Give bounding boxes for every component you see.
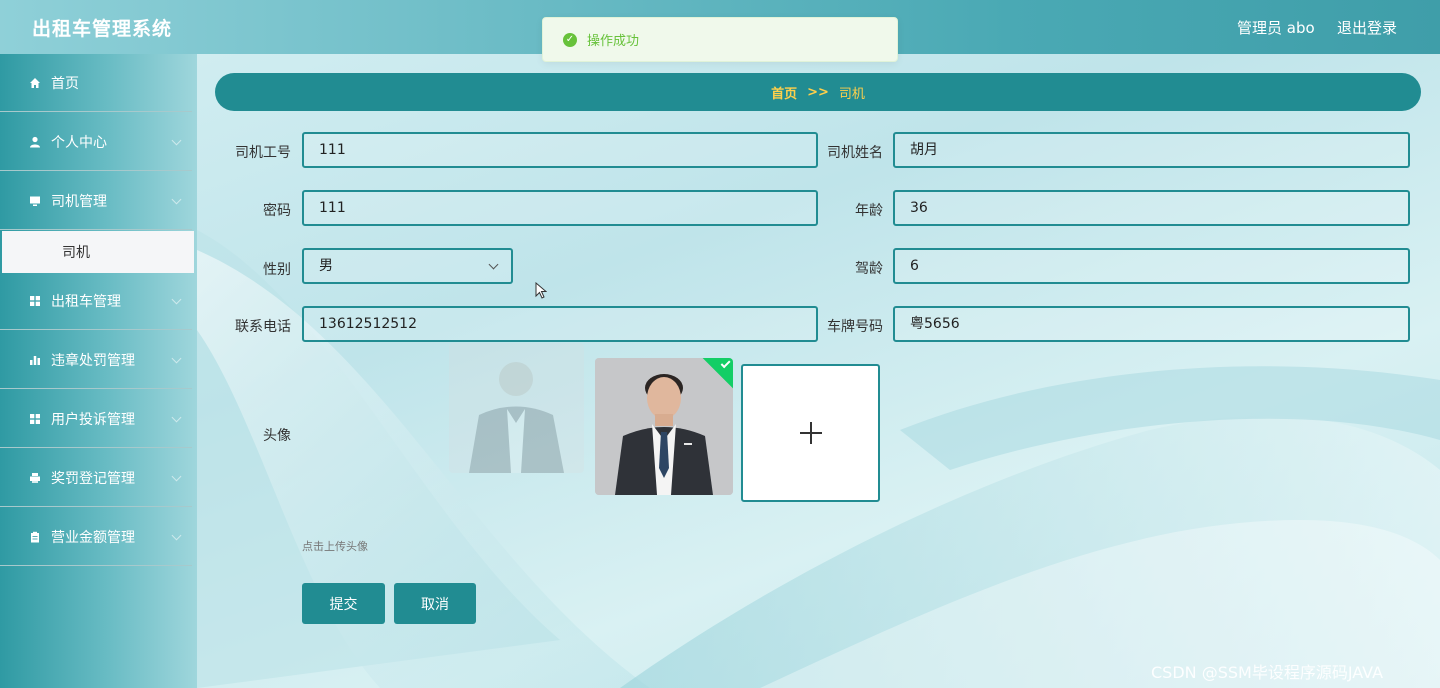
submit-button[interactable]: 提交 — [302, 583, 385, 624]
password-input[interactable]: 111 — [302, 190, 818, 226]
logout-link[interactable]: 退出登录 — [1337, 17, 1397, 38]
chevron-down-icon — [171, 294, 182, 305]
chevron-down-icon — [171, 471, 182, 482]
phone-label: 联系电话 — [235, 319, 291, 335]
sidebar-item-label: 营业金额管理 — [51, 529, 135, 546]
success-toast: ✓ 操作成功 — [542, 17, 898, 62]
sidebar-item-label: 违章处罚管理 — [51, 352, 135, 369]
sidebar-item-label: 司机管理 — [51, 193, 107, 210]
avatar-upload-button[interactable] — [741, 364, 880, 502]
toast-message: 操作成功 — [587, 34, 640, 49]
chevron-down-icon — [171, 412, 182, 423]
sidebar: 首页 个人中心 司机管理 司机 出租车管理 违章处罚管理 用户投诉管理 奖罚登记… — [0, 54, 197, 688]
chevron-down-icon — [171, 135, 182, 146]
bar-chart-icon — [28, 354, 42, 366]
sidebar-item-label: 奖罚登记管理 — [51, 470, 135, 487]
app-title: 出租车管理系统 — [32, 18, 173, 40]
chevron-down-icon — [171, 353, 182, 364]
age-input[interactable]: 36 — [893, 190, 1410, 226]
avatar-photo[interactable] — [595, 358, 733, 495]
breadcrumb-current: 司机 — [838, 86, 865, 102]
printer-icon — [28, 472, 42, 484]
grid-icon — [28, 295, 42, 307]
sidebar-item-reward-penalty-management[interactable]: 奖罚登记管理 — [0, 449, 192, 507]
driver-name-label: 司机姓名 — [827, 145, 883, 161]
breadcrumb: 首页 >> 司机 — [215, 73, 1421, 111]
driving-years-label: 驾龄 — [855, 261, 883, 277]
gender-label: 性别 — [263, 262, 291, 278]
upload-hint: 点击上传头像 — [302, 540, 368, 553]
sidebar-item-home[interactable]: 首页 — [0, 54, 192, 112]
plate-label: 车牌号码 — [827, 319, 883, 335]
cancel-button[interactable]: 取消 — [394, 583, 476, 624]
password-label: 密码 — [263, 203, 291, 219]
phone-input[interactable]: 13612512512 — [302, 306, 818, 342]
gender-select[interactable]: 男 — [302, 248, 513, 284]
plate-input[interactable]: 粤5656 — [893, 306, 1410, 342]
home-icon — [28, 77, 42, 89]
age-label: 年龄 — [855, 203, 883, 219]
driver-id-input[interactable]: 111 — [302, 132, 818, 168]
sidebar-item-complaint-management[interactable]: 用户投诉管理 — [0, 390, 192, 448]
breadcrumb-separator: >> — [807, 84, 829, 100]
sidebar-item-violation-management[interactable]: 违章处罚管理 — [0, 331, 192, 389]
sidebar-item-label: 个人中心 — [51, 134, 107, 151]
chevron-down-icon — [171, 530, 182, 541]
driver-name-input[interactable]: 胡月 — [893, 132, 1410, 168]
clipboard-icon — [28, 531, 42, 543]
sidebar-item-label: 用户投诉管理 — [51, 411, 135, 428]
plus-icon — [799, 422, 822, 444]
sidebar-item-driver-management[interactable]: 司机管理 — [0, 172, 192, 230]
watermark: CSDN @SSM毕设程序源码JAVA — [1151, 663, 1384, 682]
sidebar-subitem-driver[interactable]: 司机 — [2, 231, 194, 273]
current-user: 管理员 abo — [1237, 19, 1315, 37]
monitor-icon — [28, 195, 42, 207]
breadcrumb-home[interactable]: 首页 — [771, 83, 797, 102]
sidebar-item-profile[interactable]: 个人中心 — [0, 113, 192, 171]
success-check-icon: ✓ — [563, 32, 577, 47]
mouse-cursor-icon — [535, 282, 547, 299]
avatar-label: 头像 — [263, 428, 291, 444]
avatar-drag-preview — [449, 343, 584, 473]
sidebar-item-revenue-management[interactable]: 营业金额管理 — [0, 508, 192, 566]
driving-years-input[interactable]: 6 — [893, 248, 1410, 284]
sidebar-item-label: 首页 — [51, 75, 79, 92]
chevron-down-icon — [488, 259, 499, 270]
user-icon — [28, 136, 42, 148]
sidebar-item-label: 出租车管理 — [51, 293, 121, 310]
gender-selected-value: 男 — [319, 258, 333, 274]
grid-icon — [28, 413, 42, 425]
driver-id-label: 司机工号 — [235, 145, 291, 161]
sidebar-item-taxi-management[interactable]: 出租车管理 — [0, 272, 192, 330]
chevron-down-icon — [171, 194, 182, 205]
